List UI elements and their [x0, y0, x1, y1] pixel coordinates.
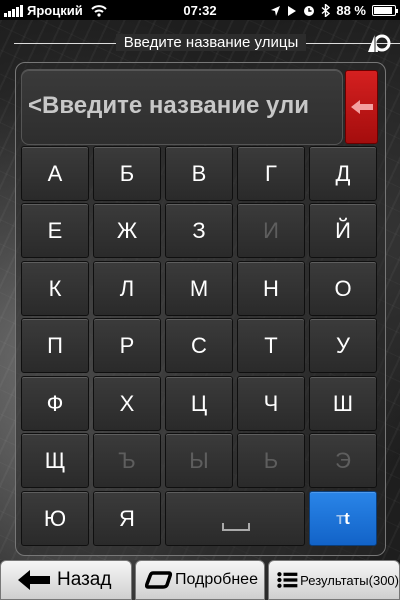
battery-icon — [372, 5, 398, 16]
key-letter[interactable]: Г — [237, 146, 305, 201]
key-letter[interactable]: Н — [237, 261, 305, 316]
header: Введите название улицы — [0, 30, 400, 58]
key-letter[interactable]: Л — [93, 261, 161, 316]
key-letter[interactable]: К — [21, 261, 89, 316]
case-toggle-label: Tt — [336, 509, 350, 529]
key-letter[interactable]: Б — [93, 146, 161, 201]
key-letter: Э — [309, 433, 377, 488]
case-toggle-button[interactable]: Tt — [309, 491, 377, 546]
case-lower-glyph: t — [344, 508, 350, 528]
page-title: Введите название улицы — [90, 34, 332, 51]
key-letter[interactable]: П — [21, 318, 89, 373]
key-letter[interactable]: У — [309, 318, 377, 373]
key-letter[interactable]: А — [21, 146, 89, 201]
key-letter[interactable]: Ц — [165, 376, 233, 431]
alarm-icon — [304, 5, 315, 16]
more-details-button[interactable]: Подробнее — [135, 560, 265, 600]
results-label: Результаты(300) — [300, 572, 399, 588]
arrow-left-icon — [350, 100, 373, 114]
key-letter: И — [237, 203, 305, 258]
key-letter: Ъ — [93, 433, 161, 488]
key-letter[interactable]: Е — [21, 203, 89, 258]
compass-icon[interactable] — [366, 30, 392, 56]
key-letter[interactable]: Ю — [21, 491, 89, 546]
search-input-text: <Введите название ули — [28, 92, 310, 119]
back-arrow-icon — [18, 570, 50, 590]
key-letter: Ы — [165, 433, 233, 488]
back-button-label: Назад — [57, 569, 112, 590]
results-button[interactable]: Результаты(300) — [268, 560, 400, 600]
back-button[interactable]: Назад — [0, 560, 132, 600]
backspace-button[interactable] — [345, 70, 378, 144]
key-letter[interactable]: Ч — [237, 376, 305, 431]
status-bar: Яроцкий 07:32 88 % — [0, 0, 400, 20]
battery-percent: 88 % — [336, 3, 366, 18]
key-letter: Ь — [237, 433, 305, 488]
list-icon — [277, 572, 298, 588]
more-details-label: Подробнее — [175, 571, 258, 588]
key-letter[interactable]: Ш — [309, 376, 377, 431]
key-letter[interactable]: Я — [93, 491, 161, 546]
key-letter[interactable]: Р — [93, 318, 161, 373]
key-letter[interactable]: Т — [237, 318, 305, 373]
key-letter[interactable]: Ф — [21, 376, 89, 431]
bottom-toolbar: Назад Подробнее Результаты(300) — [0, 560, 400, 600]
key-letter[interactable]: Й — [309, 203, 377, 258]
key-letter[interactable]: В — [165, 146, 233, 201]
key-letter[interactable]: Х — [93, 376, 161, 431]
play-icon — [288, 5, 297, 16]
key-letter[interactable]: З — [165, 203, 233, 258]
location-icon — [271, 5, 281, 16]
key-letter[interactable]: Ж — [93, 203, 161, 258]
case-upper-glyph: T — [336, 511, 345, 527]
street-search-input[interactable]: <Введите название ули — [21, 69, 343, 145]
bluetooth-icon — [321, 4, 331, 17]
key-letter[interactable]: М — [165, 261, 233, 316]
key-letter[interactable]: Щ — [21, 433, 89, 488]
space-key[interactable] — [165, 491, 305, 546]
route-icon — [145, 571, 173, 589]
key-letter[interactable]: Д — [309, 146, 377, 201]
space-icon — [222, 523, 250, 531]
key-letter[interactable]: С — [165, 318, 233, 373]
key-letter[interactable]: О — [309, 261, 377, 316]
